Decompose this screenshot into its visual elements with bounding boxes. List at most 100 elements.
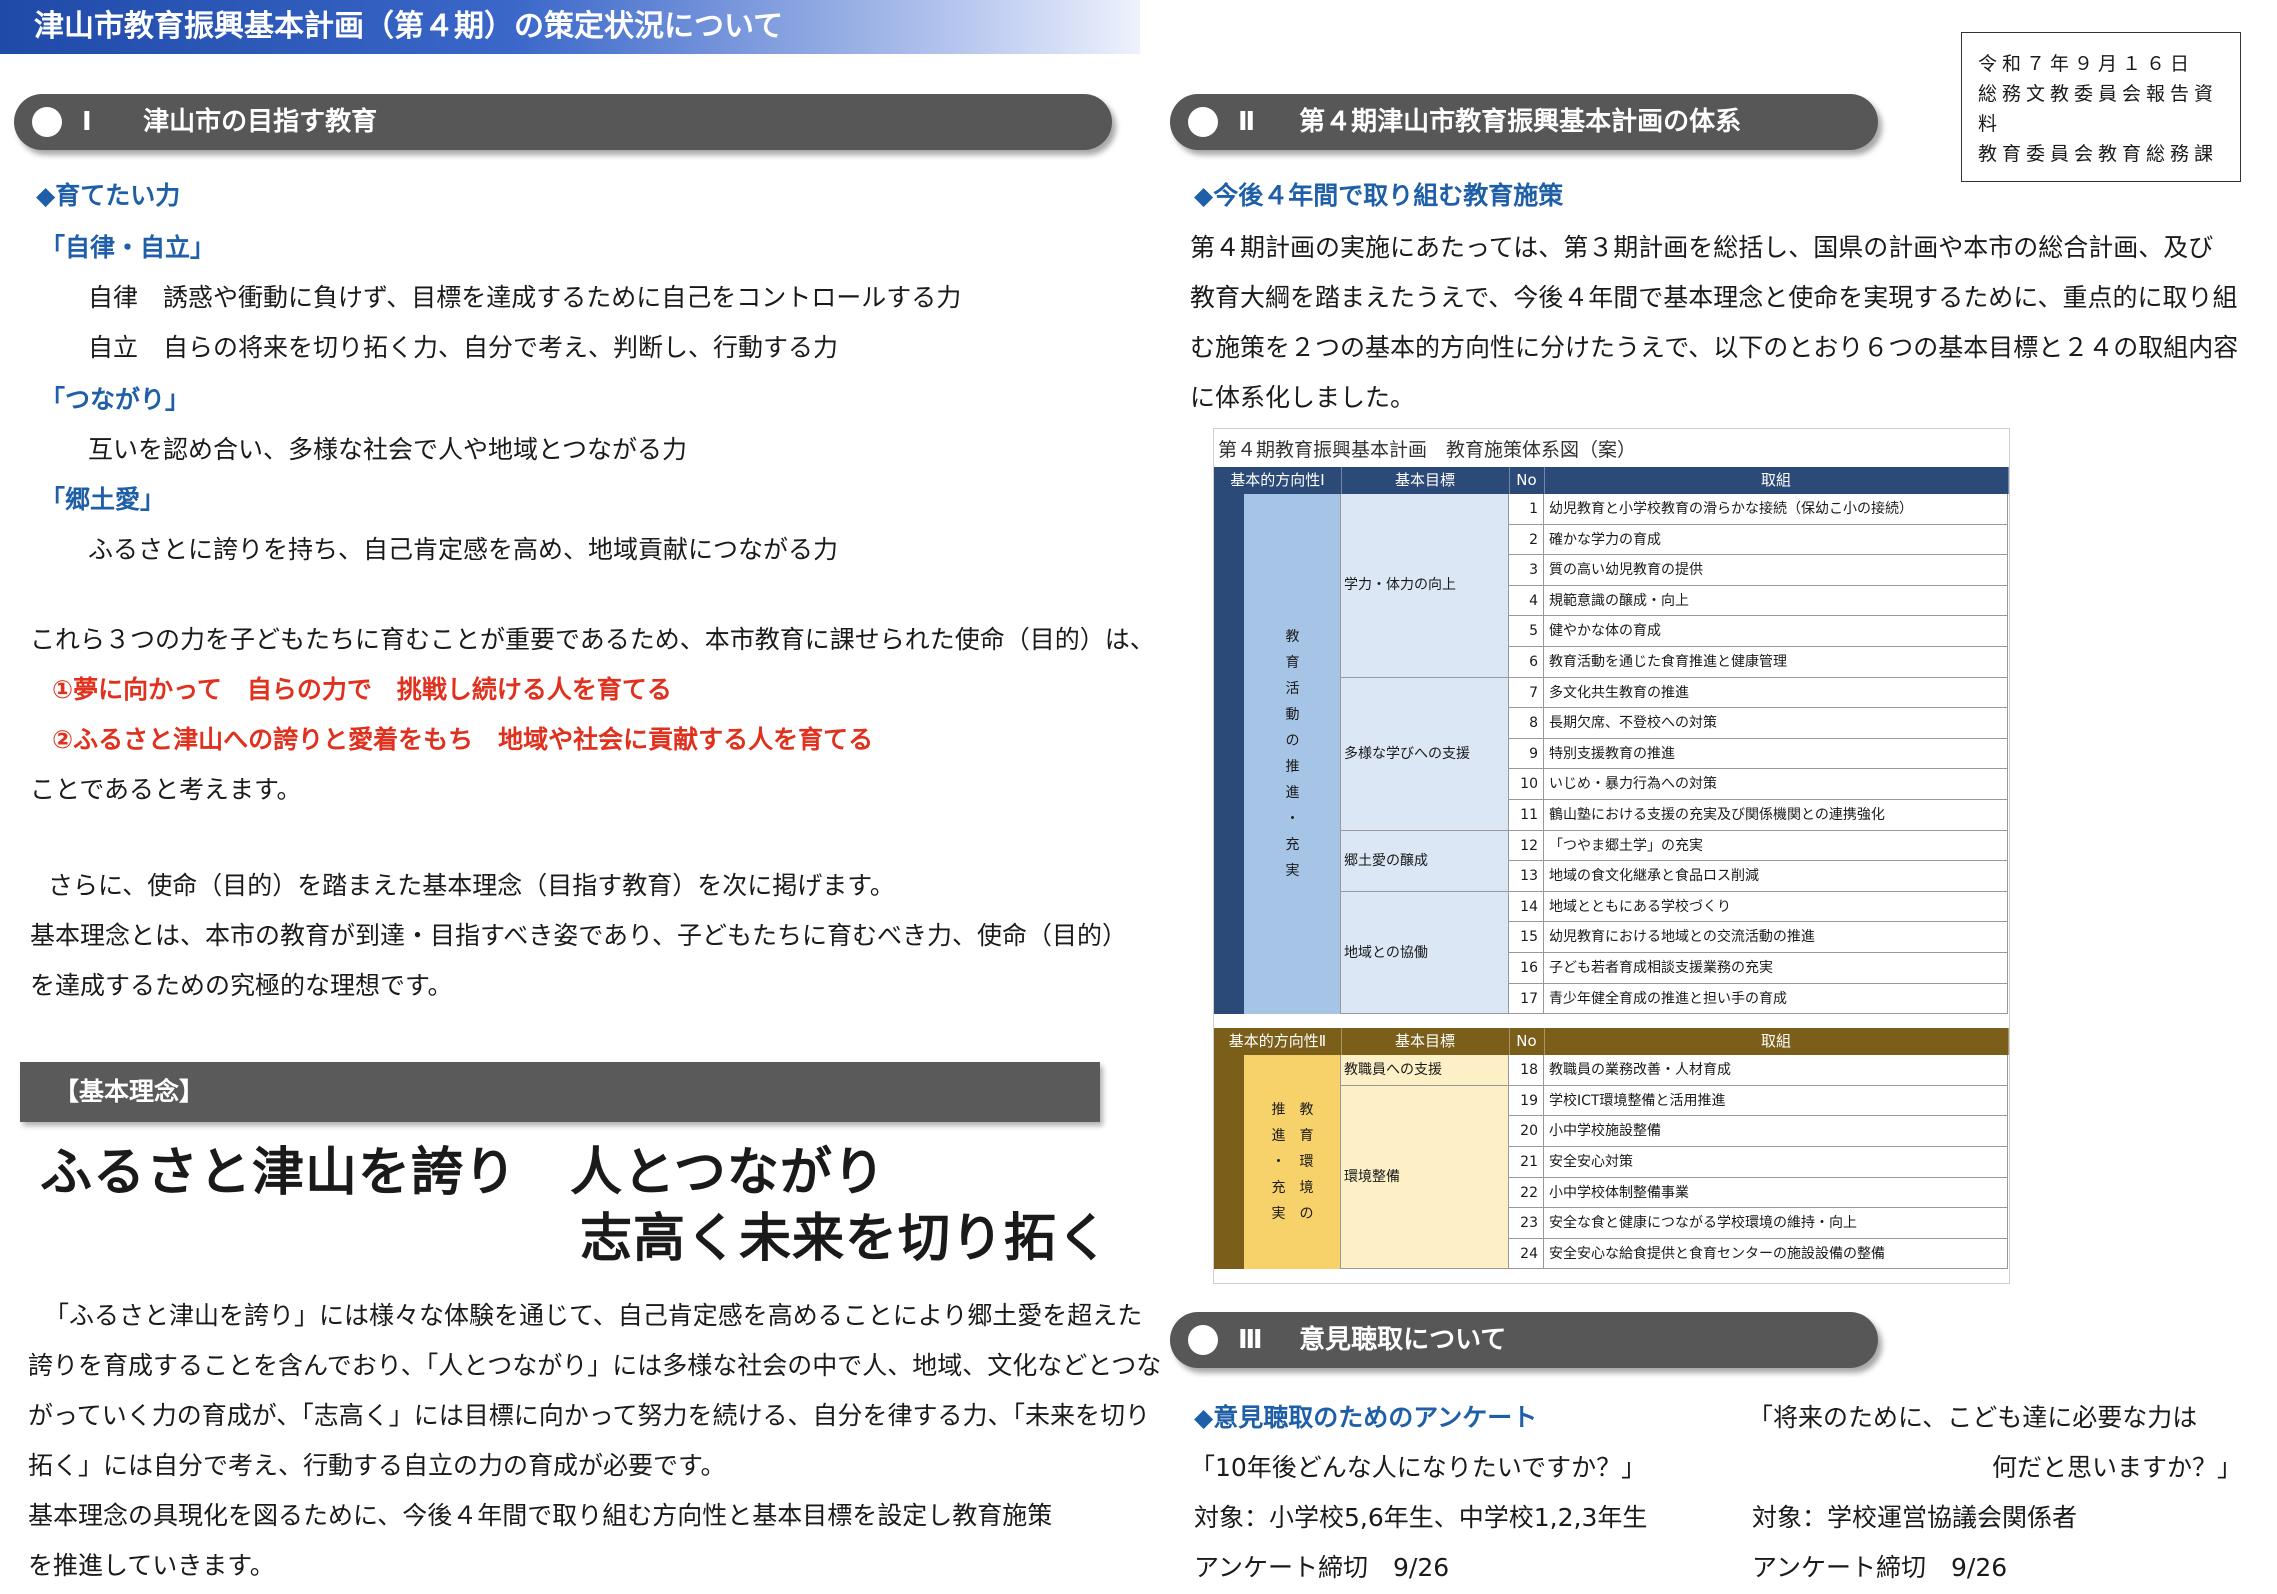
section-2-title: 第４期津山市教育振興基本計画の体系	[1299, 107, 1742, 137]
section-2-para-2: 教育大綱を踏まえたうえで、今後４年間で基本理念と使命を実現するために、重点的に取…	[1190, 283, 2238, 312]
item-text: 青少年健全育成の推進と担い手の育成	[1544, 983, 2008, 1015]
table-column-header: No	[1509, 1028, 1545, 1056]
para3-line-1: 「ふるさと津山を誇り」には様々な体験を通じて、自己肯定感を高めることにより郷土愛…	[44, 1301, 1143, 1330]
kihon-rinen-label-bar: 【基本理念】	[20, 1062, 1100, 1122]
goal-cell: 多様な学びへの支援	[1341, 677, 1509, 831]
item-text: 健やかな体の育成	[1544, 616, 2008, 647]
section-2-para-3: む施策を２つの基本的方向性に分けたうえで、以下のとおり６つの基本目標と２４の取組…	[1190, 333, 2239, 362]
group-line-tsunagari: 互いを認め合い、多様な社会で人や地域とつながる力	[88, 435, 688, 464]
policy-table-title: 第４期教育振興基本計画 教育施策体系図（案）	[1218, 439, 1637, 461]
item-number: 6	[1509, 647, 1544, 678]
section-1-number: Ⅰ	[82, 107, 92, 137]
item-number: 9	[1509, 738, 1544, 770]
item-text: 多文化共生教育の推進	[1544, 677, 2008, 709]
item-text: 学校ICT環境整備と活用推進	[1544, 1085, 2008, 1117]
slogan-line-1: ふるさと津山を誇り 人とつながり	[40, 1143, 886, 1203]
survey-right-question-1: 「将来のために、こども達に必要な力は	[1748, 1403, 2198, 1432]
group-line-jiritsu-2: 自立 自らの将来を切り拓く力、自分で考え、判断し、行動する力	[88, 333, 839, 362]
item-number: 16	[1509, 953, 1544, 984]
survey-right-target: 対象：学校運営協議会関係者	[1752, 1503, 2078, 1532]
item-number: 21	[1509, 1147, 1544, 1178]
section-3-header: Ⅲ 意見聴取について	[1170, 1312, 1878, 1368]
item-text: いじめ・暴力行為への対策	[1544, 769, 2008, 800]
para3-line-2: 誇りを育成することを含んでおり、「人とつながり」には多様な社会の中で人、地域、文…	[28, 1351, 1162, 1380]
para2-line-2: 基本理念とは、本市の教育が到達・目指すべき姿であり、子どもたちに育むべき力、使命…	[30, 921, 1128, 950]
report-notice-box: 令和７年９月１６日 総務文教委員会報告資料 教育委員会教育総務課	[1961, 32, 2241, 182]
goal-cell: 環境整備	[1341, 1085, 1509, 1270]
survey-right-deadline: アンケート締切 9/26	[1752, 1553, 2008, 1582]
table-column-header: No	[1509, 467, 1545, 494]
table-column-header: 基本目標	[1341, 1028, 1510, 1056]
direction-edge-strip	[1214, 494, 1244, 1015]
item-text: 幼児教育における地域との交流活動の推進	[1544, 922, 2008, 953]
table-column-header: 基本的方向性Ⅰ	[1214, 467, 1342, 494]
item-number: 3	[1509, 555, 1544, 586]
notice-department: 教育委員会教育総務課	[1978, 143, 2219, 165]
mission-2: ②ふるさと津山への誇りと愛着をもち 地域や社会に貢献する人を育てる	[52, 725, 874, 754]
item-text: 特別支援教育の推進	[1544, 738, 2008, 770]
survey-right-question-2: 何だと思いますか？」	[1992, 1453, 2243, 1482]
section-1-header: Ⅰ 津山市の目指す教育	[14, 94, 1112, 150]
table-column-header: 取組	[1544, 467, 2009, 494]
item-number: 14	[1509, 891, 1544, 923]
item-number: 20	[1509, 1116, 1544, 1147]
section-2-number: Ⅱ	[1238, 107, 1256, 137]
section-1-title: 津山市の目指す教育	[143, 107, 378, 137]
item-number: 17	[1509, 983, 1544, 1015]
para3-line-4: 拓く」には自分で考え、行動する自立の力の育成が必要です。	[28, 1451, 726, 1480]
section-2-subhead: ◆今後４年間で取り組む教育施策	[1194, 181, 1564, 210]
item-number: 24	[1509, 1238, 1544, 1270]
bullet-circle-icon	[32, 107, 62, 137]
goal-cell: 学力・体力の向上	[1341, 494, 1509, 678]
table-column-header: 取組	[1544, 1028, 2009, 1056]
mission-intro: これら３つの力を子どもたちに育むことが重要であるため、本市教育に課せられた使命（…	[30, 625, 1155, 654]
direction-label-column: 教育活動の推進・充実	[1244, 494, 1341, 1015]
group-line-kyodoai: ふるさとに誇りを持ち、自己肯定感を高め、地域貢献につながる力	[88, 535, 839, 564]
para2-line-3: を達成するための究極的な理想です。	[30, 971, 453, 1000]
item-number: 7	[1509, 677, 1544, 709]
item-text: 小中学校施設整備	[1544, 1116, 2008, 1147]
section-1-subhead: ◆育てたい力	[36, 181, 181, 210]
direction-label-text: 教育活動の推進・充実	[1285, 629, 1300, 880]
para3-line-6: を推進していきます。	[28, 1551, 275, 1580]
section-2-para-1: 第４期計画の実施にあたっては、第３期計画を総括し、国県の計画や本市の総合計画、及…	[1190, 233, 2214, 262]
group-heading-kyodoai: 「郷土愛」	[40, 485, 166, 514]
para3-line-5: 基本理念の具現化を図るために、今後４年間で取り組む方向性と基本目標を設定し教育施…	[28, 1501, 1053, 1530]
goal-cell: 地域との協働	[1341, 891, 1509, 1015]
item-text: 幼児教育と小学校教育の滑らかな接続（保幼こ小の接続）	[1544, 494, 2008, 525]
item-number: 8	[1509, 708, 1544, 739]
direction-edge-strip	[1214, 1055, 1244, 1270]
mission-1: ①夢に向かって 自らの力で 挑戦し続ける人を育てる	[52, 675, 672, 704]
item-text: 子ども若者育成相談支援業務の充実	[1544, 953, 2008, 984]
table-column-header: 基本的方向性Ⅱ	[1214, 1028, 1342, 1056]
survey-left-deadline: アンケート締切 9/26	[1194, 1553, 1450, 1582]
survey-left-question: 「10年後どんな人になりたいですか？」	[1190, 1453, 1647, 1482]
item-text: 安全な食と健康につながる学校環境の維持・向上	[1544, 1208, 2008, 1239]
item-text: 教育活動を通じた食育推進と健康管理	[1544, 647, 2008, 678]
item-number: 18	[1509, 1055, 1544, 1086]
item-number: 11	[1509, 800, 1544, 831]
table-column-header: 基本目標	[1341, 467, 1510, 494]
group-line-jiritsu-1: 自律 誘惑や衝動に負けず、目標を達成するために自己をコントロールする力	[88, 283, 962, 312]
item-text: 安全安心な給食提供と食育センターの施設設備の整備	[1544, 1238, 2008, 1270]
direction-label-column: 推進・充実教育環境の	[1244, 1055, 1341, 1270]
item-number: 19	[1509, 1085, 1544, 1117]
item-text: 教職員の業務改善・人材育成	[1544, 1055, 2008, 1086]
para3-line-3: がっていく力の育成が、「志高く」には目標に向かって努力を続ける、自分を律する力、…	[28, 1401, 1151, 1430]
item-text: 確かな学力の育成	[1544, 524, 2008, 556]
notice-date: 令和７年９月１６日	[1978, 53, 2195, 75]
page-banner-title: 津山市教育振興基本計画（第４期）の策定状況について	[0, 0, 1140, 54]
section-3-number: Ⅲ	[1238, 1325, 1263, 1355]
notice-committee: 総務文教委員会報告資料	[1978, 83, 2219, 135]
direction-label-text: 推進・充実教育環境の	[1271, 1102, 1314, 1223]
item-text: 小中学校体制整備事業	[1544, 1177, 2008, 1209]
item-text: 長期欠席、不登校への対策	[1544, 708, 2008, 739]
slogan-line-2: 志高く未来を切り拓く	[580, 1209, 1111, 1269]
survey-left-target: 対象：小学校5,6年生、中学校1,2,3年生	[1194, 1503, 1648, 1532]
item-number: 4	[1509, 585, 1544, 617]
group-heading-tsunagari: 「つながり」	[40, 385, 191, 414]
item-text: 鶴山塾における支援の充実及び関係機関との連携強化	[1544, 800, 2008, 831]
group-heading-jiritsu: 「自律・自立」	[40, 233, 216, 262]
item-number: 2	[1509, 524, 1544, 556]
block-header-row: 基本的方向性Ⅰ 基本目標 No 取組	[1214, 467, 2009, 494]
